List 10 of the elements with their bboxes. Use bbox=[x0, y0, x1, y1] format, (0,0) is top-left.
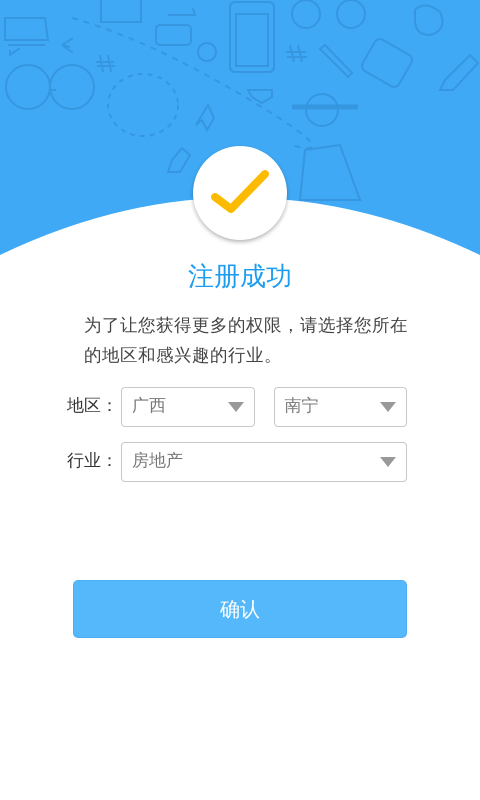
field-label: 地区： bbox=[67, 395, 119, 418]
caret-icon bbox=[380, 402, 396, 412]
caret-icon bbox=[380, 457, 396, 467]
dropdown-field[interactable]: 广西 bbox=[121, 387, 254, 427]
page-title: 注册成功 bbox=[187, 261, 293, 294]
message-text: 为了让您获得更多的权限，请选择您所在的地区和感兴趣的行业。 bbox=[84, 315, 409, 368]
caret-icon bbox=[228, 402, 244, 412]
dropdown-field[interactable]: 房地产 bbox=[121, 442, 407, 482]
field-label: 行业： bbox=[67, 450, 119, 474]
dropdown-field[interactable]: 南宁 bbox=[274, 387, 407, 427]
